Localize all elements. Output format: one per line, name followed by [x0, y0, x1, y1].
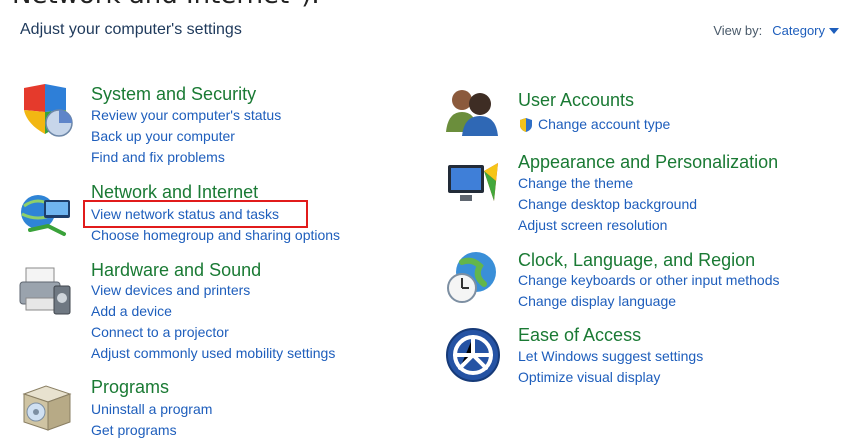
- view-by-control: View by: Category: [713, 23, 839, 38]
- category-heading-clock-region[interactable]: Clock, Language, and Region: [518, 250, 755, 271]
- link-change-account-type-label: Change account type: [538, 116, 671, 132]
- highlight-box: [83, 200, 308, 228]
- category-heading-ease-access[interactable]: Ease of Access: [518, 325, 641, 346]
- shield-icon: [24, 84, 73, 137]
- globe-clock-icon: [447, 252, 496, 303]
- programs-box-icon: [22, 385, 72, 431]
- dropdown-arrow-icon: [829, 27, 839, 34]
- link-find-fix[interactable]: Find and fix problems: [91, 149, 225, 165]
- link-mobility-settings[interactable]: Adjust commonly used mobility settings: [91, 345, 335, 361]
- printer-icon: [19, 267, 71, 315]
- link-back-up[interactable]: Back up your computer: [91, 128, 235, 144]
- link-display-language[interactable]: Change display language: [518, 293, 676, 309]
- link-desktop-background[interactable]: Change desktop background: [518, 196, 697, 212]
- view-by-label: View by:: [713, 23, 763, 38]
- link-windows-suggest[interactable]: Let Windows suggest settings: [518, 348, 703, 364]
- view-by-dropdown[interactable]: Category: [772, 23, 839, 38]
- link-devices-printers[interactable]: View devices and printers: [91, 282, 250, 298]
- link-add-device[interactable]: Add a device: [91, 303, 172, 319]
- link-uninstall-program[interactable]: Uninstall a program: [91, 401, 212, 417]
- link-screen-resolution[interactable]: Adjust screen resolution: [518, 217, 667, 233]
- uac-shield-icon: [520, 118, 532, 133]
- category-heading-hardware-sound[interactable]: Hardware and Sound: [91, 260, 261, 281]
- link-change-account-type[interactable]: Change account type: [518, 116, 670, 133]
- monitor-paint-icon: [448, 163, 498, 201]
- page-title: Adjust your computer's settings: [20, 21, 242, 38]
- cropped-caption-text: Network and Internet").: [12, 0, 320, 10]
- users-icon: [446, 90, 498, 136]
- view-by-value: Category: [772, 23, 825, 38]
- link-connect-projector[interactable]: Connect to a projector: [91, 324, 229, 340]
- link-change-keyboards[interactable]: Change keyboards or other input methods: [518, 272, 780, 288]
- category-heading-user-accounts[interactable]: User Accounts: [518, 90, 634, 111]
- category-heading-appearance[interactable]: Appearance and Personalization: [518, 152, 778, 173]
- ease-of-access-icon: [446, 328, 500, 382]
- link-change-theme[interactable]: Change the theme: [518, 175, 633, 191]
- link-review-status[interactable]: Review your computer's status: [91, 107, 281, 123]
- link-get-programs[interactable]: Get programs: [91, 422, 177, 438]
- network-globe-icon: [21, 195, 70, 236]
- category-heading-system-security[interactable]: System and Security: [91, 84, 256, 105]
- category-heading-programs[interactable]: Programs: [91, 377, 169, 398]
- link-homegroup-sharing[interactable]: Choose homegroup and sharing options: [91, 227, 340, 243]
- link-optimize-visual[interactable]: Optimize visual display: [518, 369, 660, 385]
